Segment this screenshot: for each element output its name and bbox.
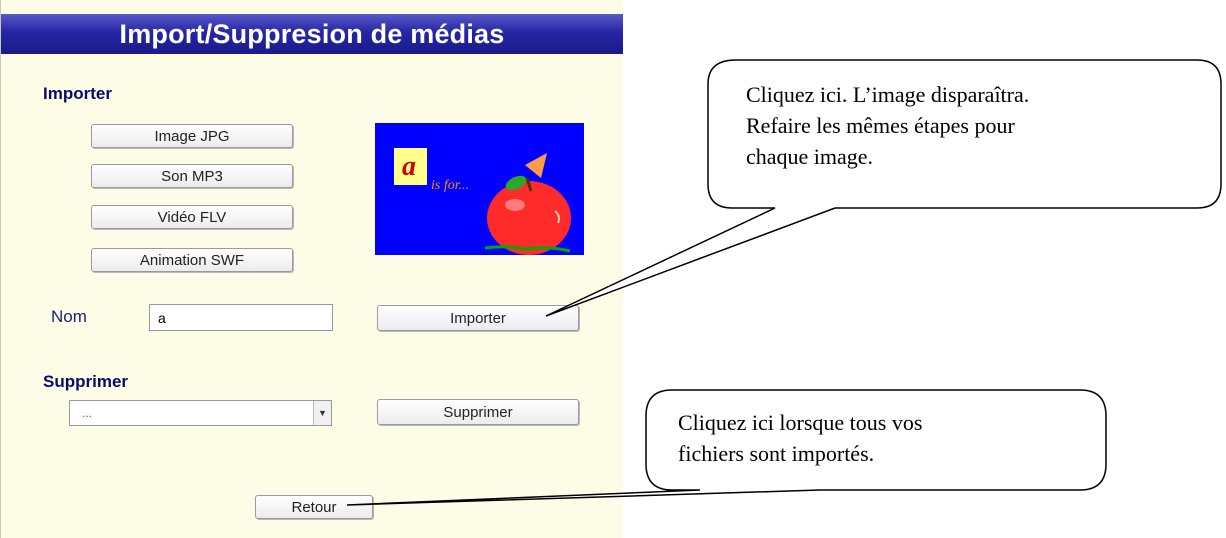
callout-bottom-line: fichiers sont importés. xyxy=(678,441,875,466)
callout-top-line: Refaire les mêmes étapes pour xyxy=(746,113,1015,138)
callout-top-line: chaque image. xyxy=(746,144,874,169)
callout-top-text: Cliquez ici. L’image disparaîtra. Refair… xyxy=(746,79,1029,172)
callout-layer xyxy=(346,59,1222,506)
callout-top-line: Cliquez ici. L’image disparaîtra. xyxy=(746,82,1030,107)
callout-bottom-text: Cliquez ici lorsque tous vos fichiers so… xyxy=(678,407,922,469)
callout-bottom-line: Cliquez ici lorsque tous vos xyxy=(678,410,923,435)
